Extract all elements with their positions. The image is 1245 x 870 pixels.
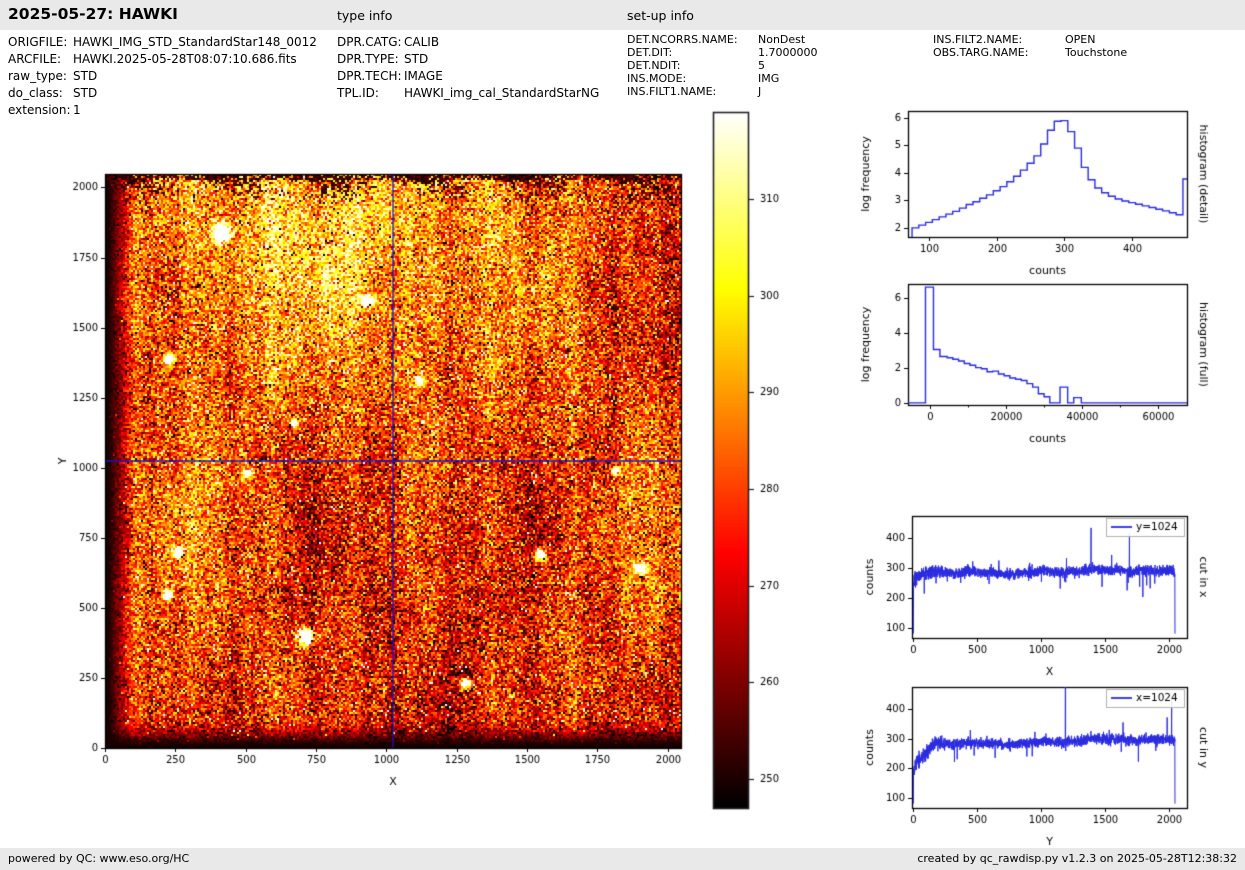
type-info-title: type info — [337, 8, 393, 23]
info-label: INS.MODE: — [627, 72, 687, 85]
info-row: OBS.TARG.NAME: Touchstone — [933, 46, 1127, 59]
info-value: HAWKI.2025-05-28T08:07:10.686.fits — [73, 52, 297, 66]
setup-info-col2: INS.FILT2.NAME: OPEN OBS.TARG.NAME: Touchst… — [933, 33, 1127, 59]
info-label: DET.NDIT: — [627, 59, 681, 72]
info-row: DET.NDIT: 5 — [627, 59, 818, 72]
info-row: raw_type: STD — [8, 68, 317, 85]
info-value: HAWKI_IMG_STD_StandardStar148_0012 — [73, 35, 317, 49]
cut-in-x-plot — [850, 500, 1245, 690]
setup-info-title: set-up info — [627, 8, 694, 23]
info-row: INS.MODE: IMG — [627, 72, 818, 85]
info-value: IMG — [758, 72, 780, 85]
info-value: IMAGE — [404, 69, 443, 83]
info-value: Touchstone — [1065, 46, 1128, 59]
info-row: ARCFILE: HAWKI.2025-05-28T08:07:10.686.fi… — [8, 51, 317, 68]
info-value: OPEN — [1065, 33, 1096, 46]
info-value: STD — [73, 69, 98, 83]
info-row: DET.NCORRS.NAME: NonDest — [627, 33, 818, 46]
type-info-block: DPR.CATG: CALIB DPR.TYPE: STD DPR.TECH: IMAGE… — [337, 34, 599, 102]
info-label: DPR.TECH: — [337, 69, 402, 83]
info-label: OBS.TARG.NAME: — [933, 46, 1029, 59]
info-label: DET.DIT: — [627, 46, 673, 59]
info-value: CALIB — [404, 35, 440, 49]
detector-image-plot — [40, 100, 830, 830]
info-label: ARCFILE: — [8, 52, 62, 66]
info-label: INS.FILT2.NAME: — [933, 33, 1023, 46]
info-value: NonDest — [758, 33, 806, 46]
info-row: ORIGFILE: HAWKI_IMG_STD_StandardStar148_0… — [8, 34, 317, 51]
header-bar: 2025-05-27: HAWKI type info set-up info — [0, 0, 1245, 30]
info-label: INS.FILT1.NAME: — [627, 85, 717, 98]
setup-info-col1: DET.NCORRS.NAME: NonDest DET.DIT: 1.7000000… — [627, 33, 818, 98]
info-label: DET.NCORRS.NAME: — [627, 33, 738, 46]
info-row: DPR.TECH: IMAGE — [337, 68, 599, 85]
info-value: 5 — [758, 59, 765, 72]
page-title: 2025-05-27: HAWKI — [8, 5, 178, 23]
histogram-detail-plot — [850, 95, 1245, 285]
info-label: DPR.TYPE: — [337, 52, 399, 66]
footer-bar: powered by QC: www.eso.org/HC created by… — [0, 848, 1245, 870]
info-row: DET.DIT: 1.7000000 — [627, 46, 818, 59]
info-value: J — [758, 85, 762, 98]
info-row: DPR.CATG: CALIB — [337, 34, 599, 51]
info-value: STD — [404, 52, 429, 66]
info-label: ORIGFILE: — [8, 35, 68, 49]
footer-created-by: created by qc_rawdisp.py v1.2.3 on 2025-… — [917, 852, 1237, 865]
info-value: 1.7000000 — [758, 46, 818, 59]
footer-powered-by: powered by QC: www.eso.org/HC — [8, 852, 190, 865]
cut-in-y-plot — [850, 671, 1245, 861]
histogram-full-plot — [850, 268, 1245, 458]
info-label: raw_type: — [8, 69, 67, 83]
info-label: DPR.CATG: — [337, 35, 402, 49]
info-row: DPR.TYPE: STD — [337, 51, 599, 68]
info-row: INS.FILT2.NAME: OPEN — [933, 33, 1127, 46]
info-row: INS.FILT1.NAME: J — [627, 85, 818, 98]
